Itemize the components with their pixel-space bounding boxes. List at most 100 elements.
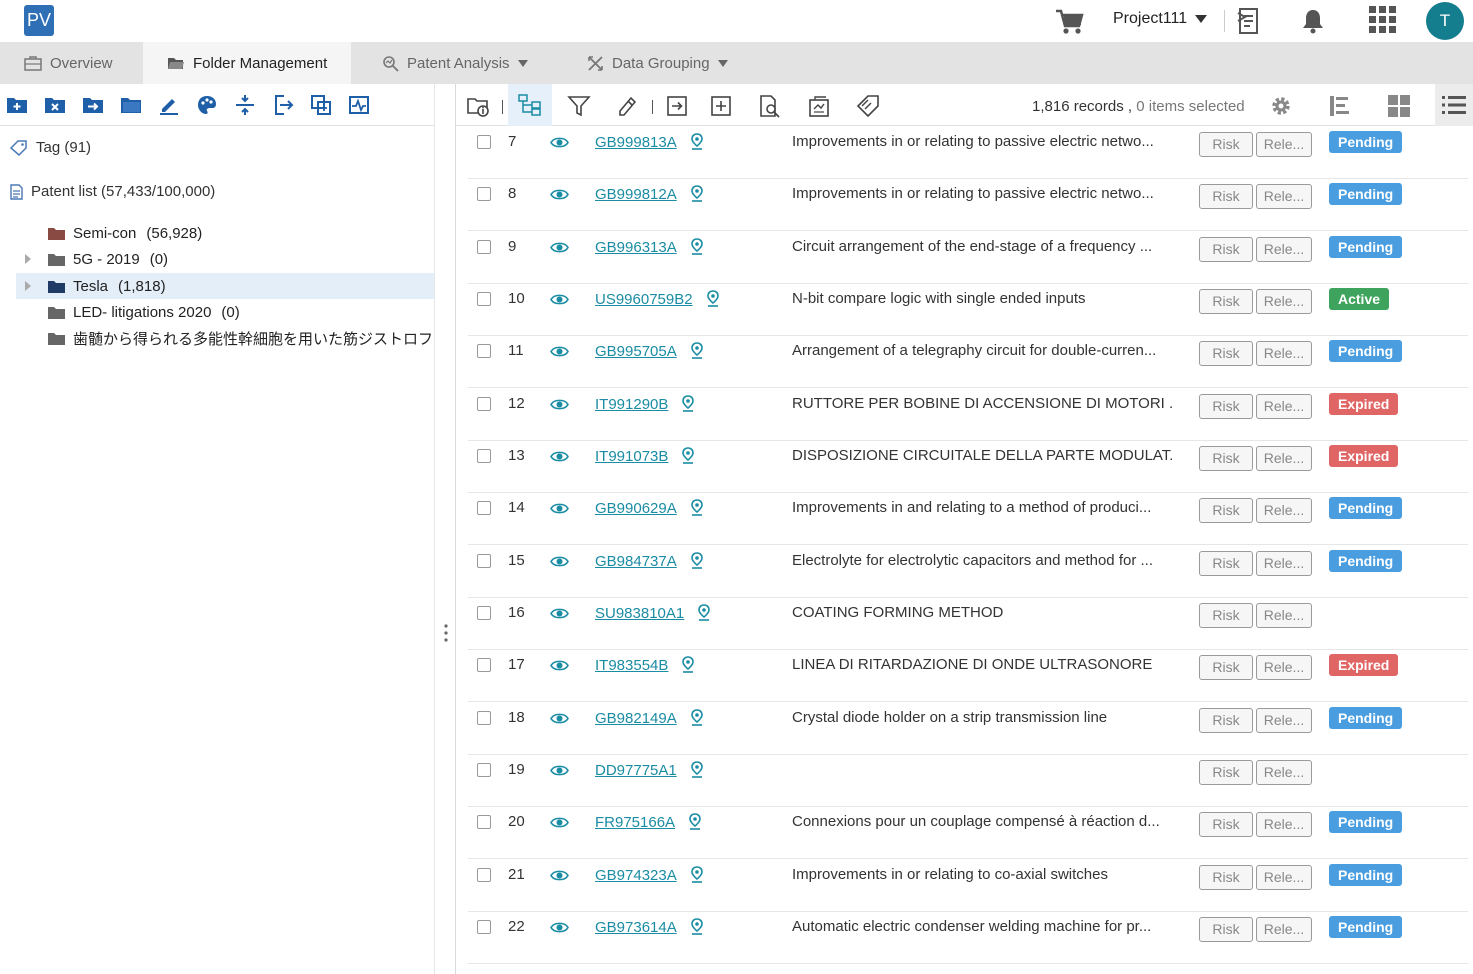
relevance-button[interactable]: Rele...	[1256, 812, 1312, 838]
risk-button[interactable]: Risk	[1199, 916, 1253, 942]
relevance-button[interactable]: Rele...	[1256, 445, 1312, 471]
row-checkbox[interactable]	[477, 187, 491, 202]
table-row[interactable]: 11 GB995705A Arrangement of a telegraphy c…	[468, 336, 1468, 389]
table-row[interactable]: 22 GB973614A Automatic electric condenser …	[468, 912, 1468, 964]
eye-icon[interactable]	[550, 712, 569, 725]
map-pin-icon[interactable]	[691, 133, 703, 150]
eye-icon[interactable]	[550, 555, 569, 568]
relevance-button[interactable]: Rele...	[1256, 498, 1312, 524]
table-row[interactable]: RiskRele...Pending	[468, 964, 1468, 974]
risk-button[interactable]: Risk	[1199, 864, 1253, 890]
patent-number-link[interactable]: GB982149A	[595, 710, 677, 727]
relevance-button[interactable]: Rele...	[1256, 602, 1312, 628]
risk-button[interactable]: Risk	[1199, 393, 1253, 419]
patent-number-link[interactable]: IT991073B	[595, 448, 668, 465]
bell-icon[interactable]	[1300, 8, 1326, 34]
risk-button[interactable]: Risk	[1199, 498, 1253, 524]
patent-number-link[interactable]: FR975166A	[595, 814, 675, 831]
folder-icon[interactable]	[120, 94, 142, 116]
map-pin-icon[interactable]	[691, 342, 703, 360]
risk-button[interactable]: Risk	[1199, 812, 1253, 838]
table-row[interactable]: 20 FR975166A Connexions pour un couplage c…	[468, 807, 1468, 860]
table-row[interactable]: 10 US9960759B2 N-bit compare logic with si…	[468, 284, 1468, 336]
map-pin-icon[interactable]	[691, 185, 703, 203]
relevance-button[interactable]: Rele...	[1256, 184, 1312, 210]
row-checkbox[interactable]	[477, 919, 491, 934]
patent-number-link[interactable]: GB995705A	[595, 343, 677, 360]
row-checkbox[interactable]	[477, 501, 491, 516]
eye-icon[interactable]	[550, 136, 569, 149]
list-view-button[interactable]	[1435, 84, 1473, 126]
eye-icon[interactable]	[550, 607, 569, 620]
user-avatar[interactable]: T	[1426, 2, 1464, 40]
eye-icon[interactable]	[550, 659, 569, 672]
relevance-button[interactable]: Rele...	[1256, 655, 1312, 681]
list-layout-icon[interactable]	[1328, 94, 1352, 118]
risk-button[interactable]: Risk	[1199, 707, 1253, 733]
eye-icon[interactable]	[550, 921, 569, 934]
risk-button[interactable]: Risk	[1199, 759, 1253, 785]
relevance-button[interactable]: Rele...	[1256, 132, 1312, 157]
eye-icon[interactable]	[550, 869, 569, 882]
table-row[interactable]: 7 GB999813A Improvements in or relating to…	[468, 127, 1468, 179]
activity-chart-icon[interactable]	[348, 94, 370, 116]
patent-number-link[interactable]: IT983554B	[595, 657, 668, 674]
map-pin-icon[interactable]	[691, 865, 703, 883]
add-box-icon[interactable]	[709, 94, 733, 118]
table-row[interactable]: 8 GB999812A Improvements in or relating to…	[468, 179, 1468, 232]
table-row[interactable]: 17 IT983554B LINEA DI RITARDAZIONE DI ONDE…	[468, 650, 1468, 703]
row-checkbox[interactable]	[477, 762, 491, 777]
relevance-button[interactable]: Rele...	[1256, 393, 1312, 419]
table-row[interactable]: 16 SU983810A1 COATING FORMING METHOD Risk Re…	[468, 598, 1468, 650]
panel-splitter[interactable]	[434, 84, 456, 974]
table-row[interactable]: 21 GB974323A Improvements in or relating t…	[468, 860, 1468, 912]
map-pin-icon[interactable]	[707, 290, 719, 307]
palette-icon[interactable]	[196, 94, 218, 116]
compare-icon[interactable]	[807, 94, 831, 118]
patent-number-link[interactable]: DD97775A1	[595, 762, 677, 779]
drag-handle-icon[interactable]	[444, 624, 448, 642]
map-pin-icon[interactable]	[691, 761, 703, 778]
gear-icon[interactable]	[1269, 94, 1293, 118]
patent-number-link[interactable]: GB990629A	[595, 500, 677, 517]
table-row[interactable]: 14 GB990629A Improvements in and relating …	[468, 493, 1468, 546]
row-checkbox[interactable]	[477, 867, 491, 882]
expand-arrow-icon[interactable]	[25, 254, 31, 264]
risk-button[interactable]: Risk	[1199, 655, 1253, 681]
app-logo[interactable]: PV	[24, 5, 54, 36]
table-row[interactable]: 19 DD97775A1 Risk Rele...	[468, 755, 1468, 807]
highlight-pen-icon[interactable]	[615, 94, 639, 118]
row-checkbox[interactable]	[477, 553, 491, 568]
cart-icon[interactable]	[1054, 8, 1084, 36]
table-row[interactable]: 15 GB984737A Electrolyte for electrolytic …	[468, 546, 1468, 598]
risk-button[interactable]: Risk	[1199, 288, 1253, 314]
relevance-button[interactable]: Rele...	[1256, 236, 1312, 262]
patent-number-link[interactable]: GB984737A	[595, 553, 677, 570]
grid-view-icon[interactable]	[1387, 94, 1411, 118]
folder-item[interactable]: 5G - 2019 (0)	[0, 246, 434, 272]
row-checkbox[interactable]	[477, 396, 491, 411]
eye-icon[interactable]	[550, 293, 569, 306]
row-checkbox[interactable]	[477, 448, 491, 463]
eye-icon[interactable]	[550, 816, 569, 829]
tree-view-button[interactable]	[508, 84, 552, 126]
map-pin-icon[interactable]	[691, 708, 703, 726]
relevance-button[interactable]: Rele...	[1256, 759, 1312, 785]
table-row[interactable]: 18 GB982149A Crystal diode holder on a str…	[468, 703, 1468, 755]
row-checkbox[interactable]	[477, 605, 491, 620]
map-pin-icon[interactable]	[689, 813, 701, 831]
relevance-button[interactable]: Rele...	[1256, 916, 1312, 942]
patent-number-link[interactable]: IT991290B	[595, 396, 668, 413]
patent-number-link[interactable]: GB974323A	[595, 867, 677, 884]
tag-icon[interactable]	[856, 94, 880, 118]
folder-item-selected[interactable]: Tesla (1,818)	[16, 273, 434, 299]
folder-item[interactable]: LED- litigations 2020 (0)	[0, 299, 434, 325]
map-pin-icon[interactable]	[691, 918, 703, 935]
risk-button[interactable]: Risk	[1199, 550, 1253, 576]
row-checkbox[interactable]	[477, 710, 491, 725]
folder-info-icon[interactable]	[466, 94, 490, 118]
patent-number-link[interactable]: GB973614A	[595, 919, 677, 936]
folder-item[interactable]: 歯髄から得られる多能性幹細胞を用いた筋ジストロフィー	[0, 325, 434, 351]
rename-pencil-icon[interactable]	[158, 94, 180, 116]
export-icon[interactable]	[272, 94, 294, 116]
